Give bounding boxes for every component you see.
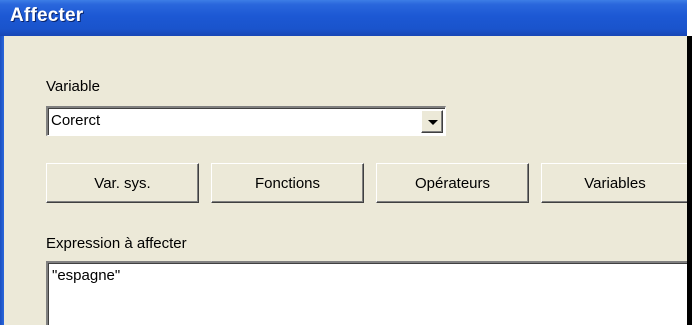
affecter-dialog: Affecter Variable Corerct Var. sys. Fonc… bbox=[0, 0, 689, 325]
expression-field[interactable]: "espagne" bbox=[46, 261, 687, 325]
expression-label: Expression à affecter bbox=[46, 235, 187, 252]
expression-value: "espagne" bbox=[52, 267, 121, 284]
var-sys-button[interactable]: Var. sys. bbox=[46, 163, 199, 203]
dropdown-arrow-icon[interactable] bbox=[421, 110, 443, 133]
window-frame-right bbox=[687, 36, 692, 325]
title-bar[interactable]: Affecter bbox=[0, 0, 687, 36]
variable-select[interactable]: Corerct bbox=[46, 106, 446, 136]
fonctions-button[interactable]: Fonctions bbox=[211, 163, 364, 203]
variables-button[interactable]: Variables bbox=[541, 163, 689, 203]
operateurs-button[interactable]: Opérateurs bbox=[376, 163, 529, 203]
variable-select-value: Corerct bbox=[51, 112, 101, 129]
window-title: Affecter bbox=[10, 5, 84, 26]
window-frame-left bbox=[0, 36, 4, 325]
variable-label: Variable bbox=[46, 78, 100, 95]
